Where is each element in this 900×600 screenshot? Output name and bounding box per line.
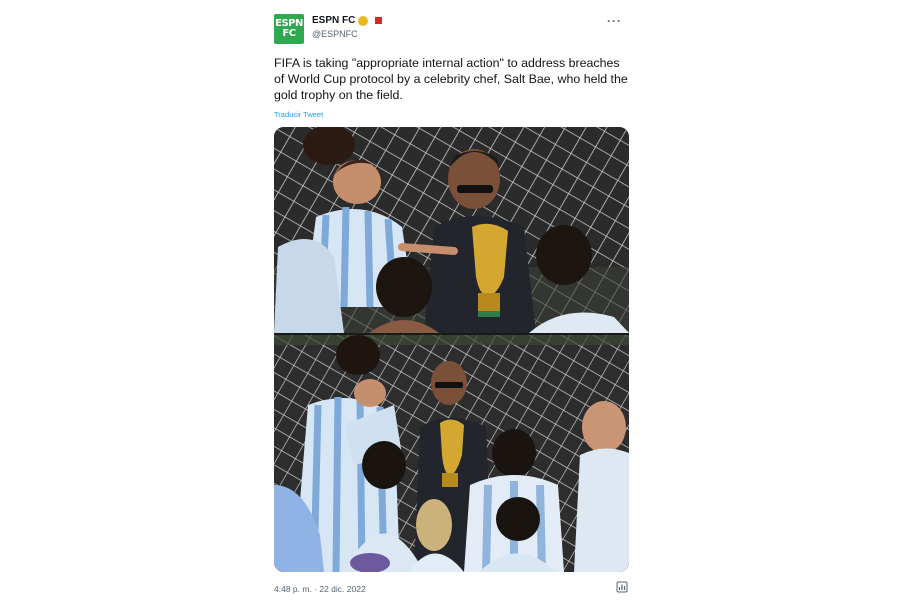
media-photo-top[interactable] <box>274 127 629 333</box>
avatar-text-line2: FC <box>282 28 296 39</box>
more-icon[interactable]: ··· <box>607 14 622 28</box>
verified-badge-icon <box>358 15 369 26</box>
photo-bottom-image <box>274 335 629 572</box>
tweet-media[interactable] <box>274 127 629 572</box>
author-block[interactable]: ESPN FC @ESPNFC <box>312 15 383 39</box>
translate-tweet-link[interactable]: Traducir Tweet <box>274 110 323 119</box>
analytics-icon[interactable] <box>616 581 628 593</box>
name-row: ESPN FC <box>312 15 383 26</box>
photo-top-image <box>274 127 629 333</box>
tweet-timestamp[interactable]: 4:48 p. m. · 22 dic. 2022 <box>274 584 366 594</box>
tweet-text: FIFA is taking "appropriate internal act… <box>274 56 628 102</box>
tweet-header: ESPN FC ESPN FC @ESPNFC ··· <box>274 14 628 46</box>
display-name[interactable]: ESPN FC <box>312 15 355 26</box>
user-handle[interactable]: @ESPNFC <box>312 29 382 39</box>
tweet-card[interactable]: ESPN FC ESPN FC @ESPNFC ··· FIFA is taki… <box>264 0 636 600</box>
avatar[interactable]: ESPN FC <box>274 14 304 44</box>
affiliate-badge-icon[interactable] <box>375 17 383 24</box>
media-photo-bottom[interactable] <box>274 335 629 572</box>
